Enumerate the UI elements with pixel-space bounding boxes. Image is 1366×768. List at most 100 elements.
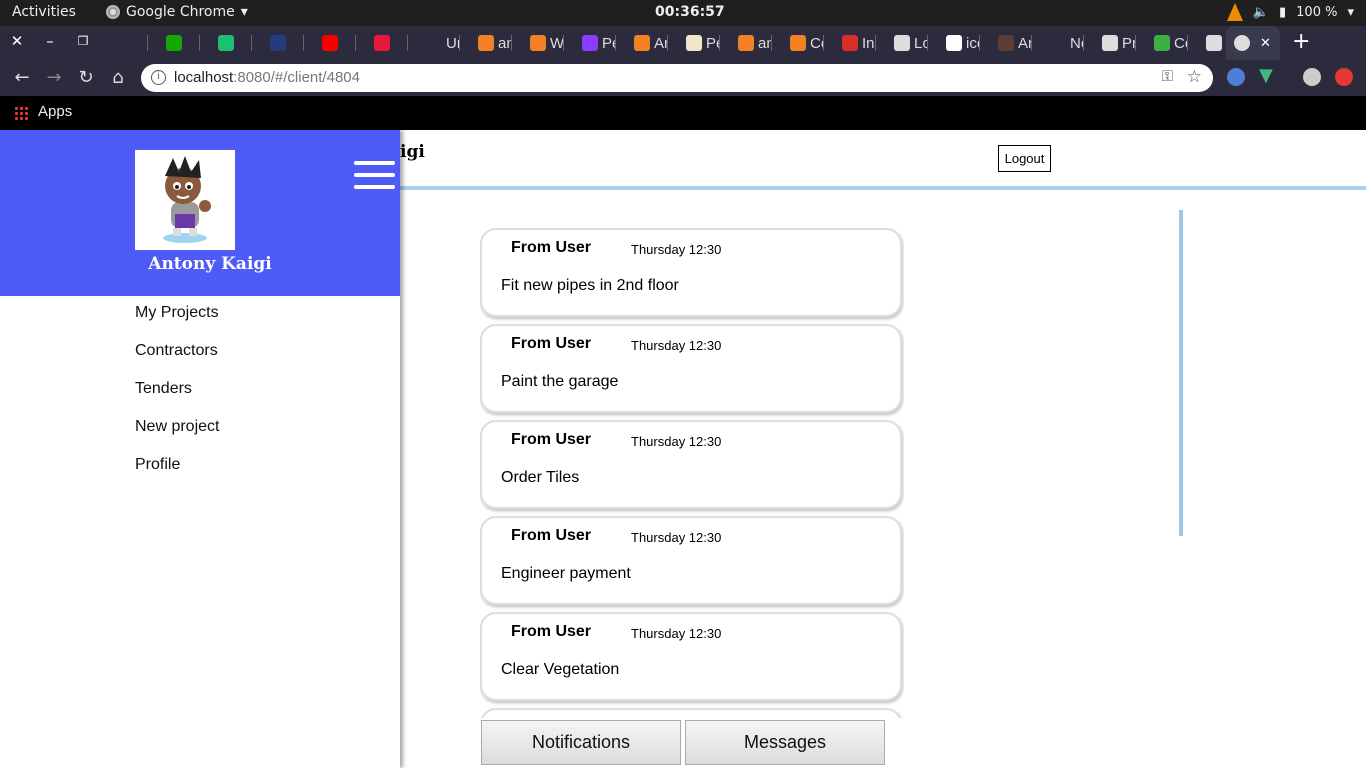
notifications-tab[interactable]: Notifications: [481, 720, 681, 765]
browser-tab[interactable]: [114, 32, 148, 54]
task-from: From User: [511, 431, 592, 448]
update-icon[interactable]: [1335, 68, 1353, 86]
browser-tab[interactable]: Co: [1154, 32, 1188, 54]
browser-tab[interactable]: [270, 32, 304, 54]
apps-bookmark[interactable]: Apps: [38, 103, 72, 120]
task-list[interactable]: From User Thursday 12:30 Fit new pipes in …: [480, 228, 904, 718]
system-menu-caret-icon: ▾: [1347, 4, 1354, 20]
url-text[interactable]: localhost:8080/#/client/4804: [174, 69, 360, 86]
browser-tab[interactable]: an: [738, 32, 772, 54]
browser-tab[interactable]: Inl: [842, 32, 876, 54]
browser-tab[interactable]: [218, 32, 252, 54]
tab-separator: [1031, 35, 1032, 51]
task-from: From User: [511, 335, 592, 352]
browser-tab-label: Ar: [1018, 34, 1032, 52]
browser-tab[interactable]: Ar: [634, 32, 668, 54]
task-card[interactable]: From User Thursday 12:30 Clear Vegetation: [480, 612, 902, 701]
globe-icon: [1102, 35, 1118, 51]
task-time: Thursday 12:30: [631, 434, 722, 449]
tab-close-icon[interactable]: ✕: [1260, 35, 1271, 51]
browser-tab[interactable]: [166, 32, 200, 54]
github-icon: [114, 35, 130, 51]
task-time: Thursday 12:30: [631, 242, 722, 257]
minimize-window-icon[interactable]: –: [40, 32, 60, 50]
hamburger-menu-icon[interactable]: [354, 161, 395, 191]
system-top-bar: Activities Google Chrome ▾ 00:36:57 🔈 ▮ …: [0, 0, 1366, 26]
forward-icon[interactable]: →: [43, 67, 65, 88]
tab-separator: [199, 35, 200, 51]
reload-icon[interactable]: ↻: [75, 67, 97, 88]
browser-tab[interactable]: Pe: [686, 32, 720, 54]
back-icon[interactable]: ←: [11, 67, 33, 88]
task-card[interactable]: From User Thursday 12:30 Fit new pipes in …: [480, 228, 902, 317]
browser-tab[interactable]: Lo: [894, 32, 928, 54]
task-card[interactable]: From User Thursday 12:30 Order Tiles: [480, 420, 902, 509]
fiverr-icon: [218, 35, 234, 51]
drawer-user-name: Antony Kaigi: [148, 254, 272, 274]
app-menu[interactable]: Google Chrome ▾: [106, 4, 248, 20]
caret-down-icon: ▾: [240, 4, 248, 20]
browser-tab[interactable]: Co: [790, 32, 824, 54]
tab-active[interactable]: ✕: [1226, 26, 1280, 60]
menu-item-my-projects[interactable]: My Projects: [135, 304, 219, 342]
info-icon[interactable]: i: [151, 70, 166, 85]
tab-separator: [1083, 35, 1084, 51]
tab-separator: [875, 35, 876, 51]
clock[interactable]: 00:36:57: [655, 4, 725, 20]
tab-separator: [823, 35, 824, 51]
task-text: Order Tiles: [501, 469, 580, 486]
menu-item-contractors[interactable]: Contractors: [135, 342, 219, 380]
bottom-tabs: Notifications Messages: [481, 720, 891, 768]
task-time: Thursday 12:30: [631, 626, 722, 641]
browser-tab[interactable]: an: [478, 32, 512, 54]
menu-item-tenders[interactable]: Tenders: [135, 380, 219, 418]
browser-tab[interactable]: [374, 32, 408, 54]
browser-tab[interactable]: Pe: [582, 32, 616, 54]
tab-separator: [147, 35, 148, 51]
tab-separator: [1135, 35, 1136, 51]
browser-tab[interactable]: Pr: [1102, 32, 1136, 54]
key-icon[interactable]: ⚿: [1162, 68, 1173, 85]
apps-grid-icon[interactable]: [14, 106, 28, 120]
browser-tab[interactable]: ice: [946, 32, 980, 54]
browser-tab-label: an: [498, 34, 512, 52]
profile-avatar-icon[interactable]: [1303, 68, 1321, 86]
vue-devtools-icon[interactable]: ▼: [1259, 65, 1277, 86]
bookmarks-bar: Apps: [0, 96, 1366, 130]
menu-item-profile[interactable]: Profile: [135, 456, 219, 494]
tab-separator: [511, 35, 512, 51]
tab-separator: [979, 35, 980, 51]
browser-tab-label: New T: [1070, 34, 1084, 52]
browser-tab[interactable]: [322, 32, 356, 54]
activities-button[interactable]: Activities: [12, 4, 76, 20]
task-time: Thursday 12:30: [631, 530, 722, 545]
task-time: Thursday 12:30: [631, 338, 722, 353]
home-icon[interactable]: ⌂: [107, 67, 129, 88]
system-tray[interactable]: 🔈 ▮ 100 % ▾: [1226, 3, 1354, 21]
browser-tab[interactable]: New T: [1050, 32, 1084, 54]
address-bar[interactable]: i localhost:8080/#/client/4804 ⚿ ☆: [141, 64, 1213, 92]
task-card[interactable]: [480, 708, 902, 718]
browser-tab[interactable]: Ar: [998, 32, 1032, 54]
extension-icon[interactable]: [1227, 68, 1245, 86]
logout-button[interactable]: Logout: [998, 145, 1051, 172]
vlc-icon[interactable]: [1226, 3, 1243, 21]
blank-icon: [426, 35, 442, 51]
messages-tab[interactable]: Messages: [685, 720, 885, 765]
browser-tab-label: Ar: [654, 34, 668, 52]
task-from: From User: [511, 623, 592, 640]
browser-tab-label: an: [758, 34, 772, 52]
new-tab-button[interactable]: +: [1292, 29, 1310, 54]
browser-tab[interactable]: Wl: [530, 32, 564, 54]
restore-window-icon[interactable]: ❐: [73, 34, 93, 48]
task-card[interactable]: From User Thursday 12:30 Engineer payment: [480, 516, 902, 605]
star-icon[interactable]: ☆: [1187, 67, 1202, 87]
browser-tab-label: ice: [966, 34, 980, 52]
browser-tab[interactable]: Ur: [426, 32, 460, 54]
task-text: Paint the garage: [501, 373, 619, 390]
task-card[interactable]: From User Thursday 12:30 Paint the garage: [480, 324, 902, 413]
close-window-icon[interactable]: ✕: [7, 32, 27, 50]
menu-item-new-project[interactable]: New project: [135, 418, 219, 456]
avatar[interactable]: [135, 150, 235, 250]
task-from: From User: [511, 239, 592, 256]
